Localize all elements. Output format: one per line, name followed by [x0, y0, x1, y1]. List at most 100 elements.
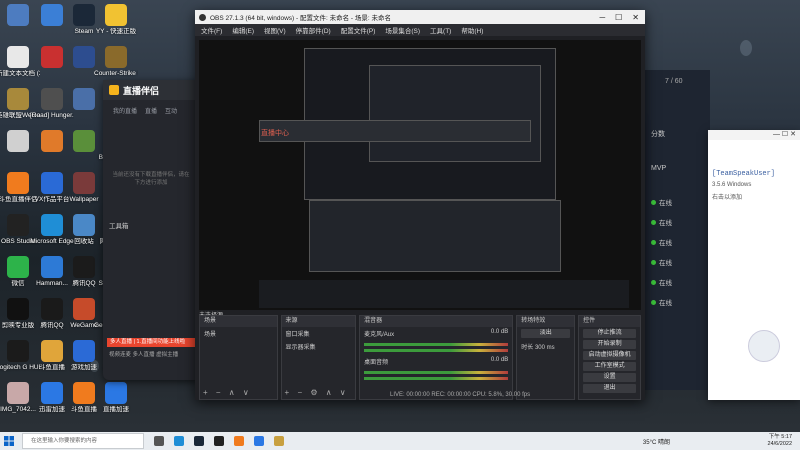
obs-window: OBS 27.1.3 (64 bit, windows) - 配置文件: 未命名…	[195, 10, 645, 400]
menu-view[interactable]: 视图(V)	[264, 25, 286, 35]
multi-live-banner[interactable]: 多人直播 | 1.直播间功能上线啦	[107, 338, 200, 347]
taskbar-search-input[interactable]: 在这里输入你要搜索的内容	[22, 433, 144, 449]
source-item[interactable]: 显示器采集	[282, 340, 356, 353]
minimize-icon[interactable]: ─	[599, 13, 605, 22]
obs-status-bar: LIVE: 00:00:00 REC: 00:00:00 CPU: 5.8%, …	[390, 392, 531, 398]
menu-scene-collection[interactable]: 场景集合(S)	[385, 25, 420, 35]
live-assistant-panel: 直播伴侣 我的直播 直播 互动 当前还没有下载直播伴侣，请在下方进行添加 工具箱…	[103, 80, 200, 380]
app-icon	[41, 340, 63, 362]
virtual-camera-button[interactable]: 启动虚拟摄像机	[583, 351, 637, 360]
settings-button[interactable]: 设置	[583, 373, 637, 382]
tool-item[interactable]: 虚拟主播	[156, 352, 178, 358]
transitions-header: 转场特效	[517, 316, 575, 327]
task-view-icon[interactable]	[154, 436, 164, 446]
nested-mixer	[309, 200, 561, 272]
menu-help[interactable]: 帮助(H)	[461, 25, 483, 35]
app-icon	[7, 130, 29, 152]
weather-widget[interactable]: 35°C 晴朗	[643, 437, 670, 446]
app-icon	[41, 4, 63, 26]
status-text: 在线	[659, 260, 672, 267]
menu-tools[interactable]: 工具(T)	[430, 25, 451, 35]
teamspeak-taskbar-icon[interactable]	[254, 436, 264, 446]
app-icon	[7, 46, 29, 68]
douyu-icon[interactable]	[234, 436, 244, 446]
app-icon	[105, 4, 127, 26]
transition-select[interactable]: 淡出	[521, 329, 571, 338]
start-recording-button[interactable]: 开始录制	[583, 340, 637, 349]
obs-taskbar-icon[interactable]	[214, 436, 224, 446]
status-text: 在线	[659, 280, 672, 287]
online-dot-icon	[651, 199, 656, 205]
tool-item[interactable]: 多人直播	[133, 352, 155, 358]
counter: 7 / 60	[665, 78, 683, 85]
app-icon	[73, 340, 95, 362]
app-icon	[7, 340, 29, 362]
windows-start-icon[interactable]	[4, 436, 14, 446]
studio-mode-button[interactable]: 工作室模式	[583, 362, 637, 371]
list-item[interactable]: 在线	[645, 272, 710, 292]
exit-button[interactable]: 退出	[583, 384, 637, 393]
list-item[interactable]: 在线	[645, 252, 710, 272]
clock-date[interactable]: 24/6/2022	[768, 441, 792, 448]
app-icon	[41, 298, 63, 320]
live-tabs: 我的直播 直播 互动	[103, 100, 198, 121]
close-icon[interactable]: ✕	[632, 13, 639, 22]
live-tool-grid: 视频连麦 多人直播 虚拟主播	[109, 350, 197, 358]
live-panel-title: 直播伴侣	[123, 85, 160, 96]
desktop-icon[interactable]: Counter-Strike Global Off	[94, 46, 138, 78]
tab-my-live[interactable]: 我的直播	[113, 106, 137, 115]
clock-time[interactable]: 下午 5:17	[768, 434, 792, 441]
duration-input[interactable]: 300 ms	[535, 345, 555, 351]
scene-item[interactable]: 场景	[200, 327, 277, 340]
obs-preview-canvas[interactable]: 直播中心	[199, 40, 641, 310]
app-icon	[7, 298, 29, 320]
list-item[interactable]: 在线	[645, 292, 710, 312]
app-icon	[41, 130, 63, 152]
source-item[interactable]: 窗口采集	[282, 327, 356, 340]
ts-text: 右击以添加	[712, 195, 743, 201]
live-logo-icon	[109, 85, 119, 95]
controls-pane: 控件 停止推流 开始录制 启动虚拟摄像机 工作室模式 设置 退出	[578, 315, 642, 400]
app-icon	[73, 382, 95, 404]
list-item[interactable]: 在线	[645, 192, 710, 212]
desktop-icon[interactable]: YY - 快速正版	[94, 4, 138, 36]
source-toolbar[interactable]: + − ⚙ ∧ ∨	[285, 388, 349, 397]
online-dot-icon	[651, 259, 656, 265]
list-item[interactable]: 在线	[645, 232, 710, 252]
sources-header: 来源	[281, 316, 356, 327]
steam-icon[interactable]	[194, 436, 204, 446]
online-dot-icon	[651, 239, 656, 245]
tab-live[interactable]: 直播	[145, 106, 157, 115]
menu-edit[interactable]: 编辑(E)	[232, 25, 254, 35]
controls-header: 控件	[579, 316, 641, 327]
app-icon	[7, 88, 29, 110]
status-text: 在线	[659, 200, 672, 207]
nested-preview	[369, 65, 541, 162]
menu-profile[interactable]: 配置文件(P)	[341, 25, 376, 35]
nested-text: 直播中心	[261, 130, 289, 137]
tool-item[interactable]: 视频连麦	[109, 352, 131, 358]
desktop-icon[interactable]: 直播加速	[94, 382, 138, 414]
app-icon	[73, 46, 95, 68]
edge-icon[interactable]	[174, 436, 184, 446]
maximize-icon[interactable]: ☐	[615, 13, 622, 22]
app-icon	[73, 172, 95, 194]
tools-label: 工具箱	[109, 223, 129, 230]
folder-icon[interactable]	[274, 436, 284, 446]
stop-streaming-button[interactable]: 停止推流	[583, 329, 637, 338]
nested-taskbar	[259, 280, 629, 308]
desktop-icon-label: YY - 快速正版	[95, 28, 137, 35]
tab-interact[interactable]: 互动	[165, 106, 177, 115]
mvp-label: MVP	[651, 165, 667, 172]
scene-toolbar[interactable]: + − ∧ ∨	[203, 388, 252, 397]
friend-status-list: 7 / 60 分数 MVP 在线 在线 在线 在线 在线 在线	[645, 70, 710, 390]
list-item[interactable]: 在线	[645, 212, 710, 232]
app-icon	[105, 46, 127, 68]
app-icon	[73, 298, 95, 320]
app-icon	[73, 88, 95, 110]
audio-meter	[364, 343, 509, 346]
menu-file[interactable]: 文件(F)	[201, 25, 222, 35]
status-text: 在线	[659, 240, 672, 247]
menu-docks[interactable]: 停靠部件(D)	[296, 25, 331, 35]
ts-controls: — ☐ ✕	[708, 130, 800, 140]
